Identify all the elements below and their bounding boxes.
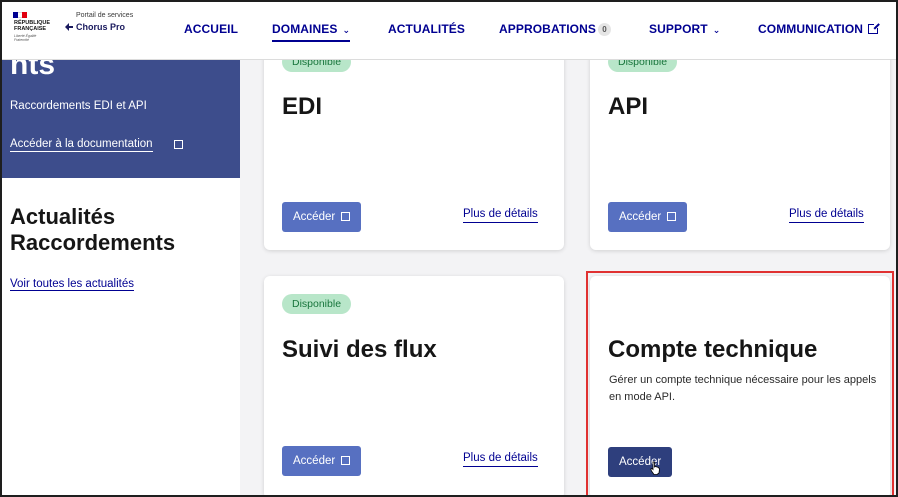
actualites-heading: Actualités Raccordements [10,204,175,256]
portal-name-label: Chorus Pro [76,22,126,32]
nav-communication-label: COMMUNICATION [758,22,864,36]
chevron-down-icon: ⌄ [712,25,721,35]
details-link[interactable]: Plus de détails [463,452,538,467]
approbations-count-badge: 0 [597,23,611,37]
nav-support-label: SUPPORT [649,22,708,36]
screenshot-frame: RÉPUBLIQUE FRANÇAISE Liberté Égalité Fra… [0,0,898,497]
card-edi: Disponible EDI Accéder Plus de détails [264,42,564,250]
nav-domaines[interactable]: DOMAINES ⌄ [272,22,351,42]
external-link-icon [341,212,351,221]
card-compte-technique: Compte technique Gérer un compte techniq… [590,276,890,495]
nav-domaines-label: DOMAINES [272,22,338,36]
nav-actualites[interactable]: ACTUALITÉS [388,22,465,36]
card-api: Disponible API Accéder Plus de détails [590,42,890,250]
acceder-button-label: Accéder [619,211,662,223]
acceder-button[interactable]: Accéder [608,202,688,232]
documentation-link[interactable]: Accéder à la documentation [10,138,153,152]
details-link[interactable]: Plus de détails [463,208,538,223]
site-header: RÉPUBLIQUE FRANÇAISE Liberté Égalité Fra… [2,2,896,60]
republique-francaise-label: RÉPUBLIQUE FRANÇAISE [14,20,51,32]
external-link-icon [667,212,677,221]
acceder-button-label: Accéder [293,455,336,467]
banner-subtitle: Raccordements EDI et API [10,100,147,112]
status-badge: Disponible [282,294,352,314]
nav-approbations-label: APPROBATIONS [499,22,596,36]
external-link-icon [868,22,881,34]
actualites-heading-line1: Actualités [10,204,116,229]
portal-small-label: Portail de services [76,12,134,19]
card-suivi-des-flux: Disponible Suivi des flux Accéder Plus d… [264,276,564,495]
card-description: Gérer un compte technique nécessaire pou… [609,374,877,403]
acceder-button-label: Accéder [293,211,336,223]
nav-accueil[interactable]: ACCUEIL [184,22,238,36]
all-actualites-link[interactable]: Voir toutes les actualités [10,278,135,291]
external-link-icon [341,456,351,465]
nav-support[interactable]: SUPPORT ⌄ [649,22,720,36]
nav-communication[interactable]: COMMUNICATION [758,22,881,36]
raccordements-banner: nts Raccordements EDI et API Accéder à l… [2,48,240,178]
chorus-pro-icon [65,23,73,31]
acceder-button[interactable]: Accéder [608,447,673,477]
nav-approbations[interactable]: APPROBATIONS 0 [499,22,611,37]
details-link[interactable]: Plus de détails [789,208,864,223]
card-title: Suivi des flux [282,336,437,363]
hand-cursor-icon [650,461,660,475]
marianne-flag-icon [13,12,28,18]
actualites-section: Actualités Raccordements Voir toutes les… [2,178,240,495]
actualites-heading-line2: Raccordements [10,230,176,255]
card-title: EDI [282,93,323,120]
card-title: Compte technique [608,336,818,363]
chorus-pro-logo[interactable]: RÉPUBLIQUE FRANÇAISE Liberté Égalité Fra… [10,8,142,52]
external-link-icon [174,140,183,149]
chevron-down-icon: ⌄ [342,25,351,35]
acceder-button[interactable]: Accéder [282,202,362,232]
acceder-button[interactable]: Accéder [282,446,362,476]
motto-label: Liberté Égalité Fraternité [14,34,37,42]
nav-accueil-label: ACCUEIL [184,22,239,36]
card-title: API [608,93,649,120]
nav-actualites-label: ACTUALITÉS [388,22,465,36]
